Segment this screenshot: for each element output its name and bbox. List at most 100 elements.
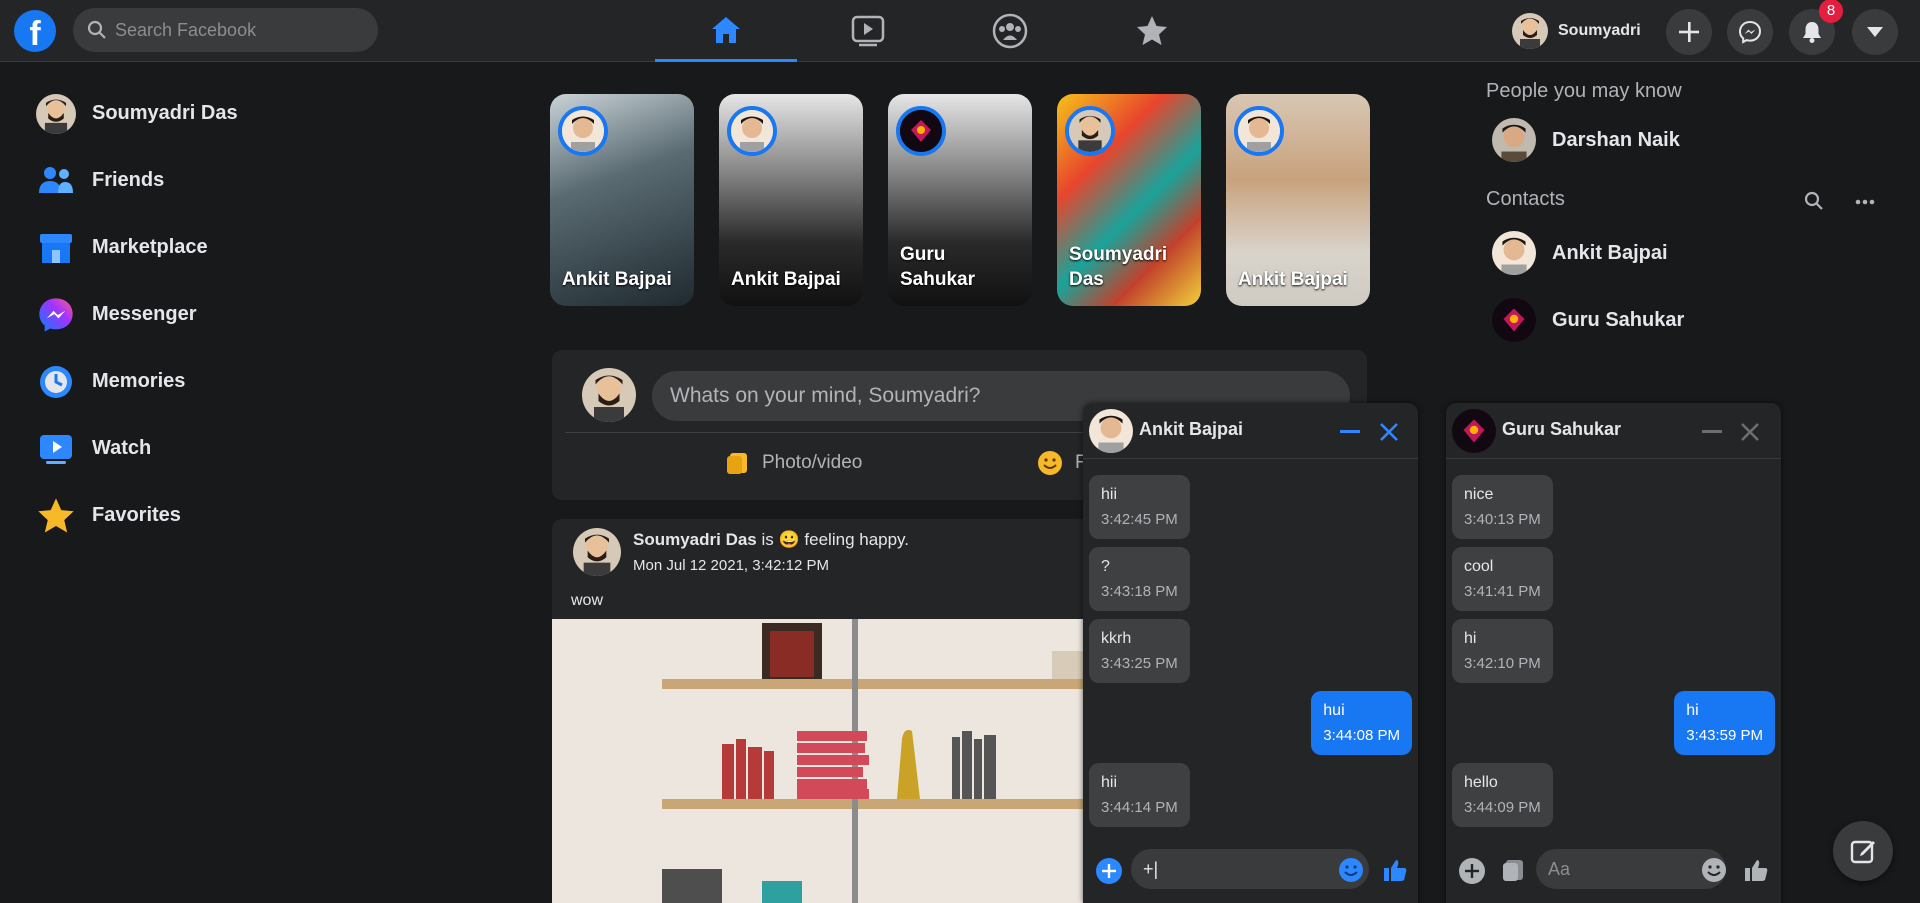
chat-message: hi 3:42:10 PM xyxy=(1452,619,1553,683)
sidebar-item-profile[interactable]: Soumyadri Das xyxy=(36,80,456,147)
smiley-icon xyxy=(1038,451,1062,475)
suggested-person[interactable]: Darshan Naik xyxy=(1492,118,1680,162)
sidebar-item-label: Watch xyxy=(92,437,152,459)
story-avatar xyxy=(558,106,608,156)
plus-circle-icon[interactable] xyxy=(1095,857,1123,885)
contacts-title: Contacts xyxy=(1486,188,1565,210)
sidebar-item-messenger[interactable]: Messenger xyxy=(36,281,456,348)
story-name: Ankit Bajpai xyxy=(562,269,672,290)
nav-tab-groups[interactable] xyxy=(939,0,1081,62)
watch-icon xyxy=(851,15,885,47)
avatar xyxy=(1452,409,1496,453)
contact-name: Guru Sahukar xyxy=(1552,308,1685,331)
memories-clock-icon xyxy=(40,365,72,398)
post-text: wow xyxy=(571,592,604,609)
plus-icon xyxy=(1679,22,1699,42)
sidebar-item-label: Messenger xyxy=(92,303,197,325)
search-input[interactable] xyxy=(115,8,365,52)
top-navigation-bar: f Soumyadri 8 xyxy=(0,0,1920,62)
sidebar-item-memories[interactable]: Memories xyxy=(36,348,456,415)
sidebar-item-favorites[interactable]: Favorites xyxy=(36,482,456,549)
more-options-icon[interactable] xyxy=(1855,199,1875,205)
marketplace-icon xyxy=(40,233,72,263)
chat-header[interactable]: Ankit Bajpai xyxy=(1083,403,1418,459)
chat-title: Guru Sahukar xyxy=(1502,419,1622,439)
nav-tab-watch[interactable] xyxy=(797,0,939,62)
photo-video-label: Photo/video xyxy=(762,452,863,473)
chat-message: cool 3:41:41 PM xyxy=(1452,547,1553,611)
story-card[interactable]: Guru Sahukar xyxy=(888,94,1032,306)
sidebar-item-label: Soumyadri Das xyxy=(92,102,238,124)
chat-footer: Aa xyxy=(1446,840,1781,896)
story-card[interactable]: Ankit Bajpai xyxy=(1226,94,1370,306)
post-timestamp[interactable]: Mon Jul 12 2021, 3:42:12 PM xyxy=(633,557,829,574)
chat-message: hii 3:44:14 PM xyxy=(1089,763,1190,827)
avatar xyxy=(1492,298,1536,342)
happy-emoji-icon: 😀 xyxy=(778,530,800,549)
chat-title: Ankit Bajpai xyxy=(1139,419,1244,439)
feeling-button[interactable]: F xyxy=(1037,450,1087,476)
avatar xyxy=(1492,231,1536,275)
messenger-button[interactable] xyxy=(1727,9,1773,55)
post-is: is xyxy=(761,530,774,549)
nav-tab-home[interactable] xyxy=(655,0,797,62)
chat-message-input[interactable]: Aa xyxy=(1536,849,1726,889)
account-menu-button[interactable] xyxy=(1852,9,1898,55)
notification-badge: 8 xyxy=(1819,0,1843,23)
chat-message-input[interactable]: +| xyxy=(1131,849,1369,889)
search-icon xyxy=(87,20,106,39)
notifications-button[interactable]: 8 xyxy=(1789,0,1843,55)
sidebar-item-watch[interactable]: Watch xyxy=(36,415,456,482)
favorites-star-icon xyxy=(1137,16,1167,45)
create-button[interactable] xyxy=(1666,9,1712,55)
chat-message: hui 3:44:08 PM xyxy=(1311,691,1412,755)
profile-name: Soumyadri xyxy=(1558,22,1641,39)
suggested-person-name: Darshan Naik xyxy=(1552,128,1680,151)
sidebar-item-label: Friends xyxy=(92,169,165,191)
minimize-icon[interactable] xyxy=(1702,430,1722,433)
story-avatar xyxy=(1234,106,1284,156)
nav-tab-favorites[interactable] xyxy=(1081,0,1223,62)
chat-header[interactable]: Guru Sahukar xyxy=(1446,403,1781,459)
story-name: Soumyadri Das xyxy=(1069,244,1168,290)
search-box[interactable] xyxy=(73,8,378,52)
sidebar-item-friends[interactable]: Friends xyxy=(36,147,456,214)
messenger-icon xyxy=(1738,20,1762,44)
post-author[interactable]: Soumyadri Das xyxy=(633,530,757,549)
post-header: Soumyadri Das is 😀 feeling happy. xyxy=(633,530,909,550)
chat-message: kkrh 3:43:25 PM xyxy=(1089,619,1190,683)
profile-shortcut[interactable]: Soumyadri xyxy=(1512,10,1641,52)
emoji-icon[interactable] xyxy=(1701,857,1727,883)
story-avatar xyxy=(896,106,946,156)
emoji-icon[interactable] xyxy=(1338,857,1364,883)
chat-message: hii 3:42:45 PM xyxy=(1089,475,1190,539)
thumbs-up-icon[interactable] xyxy=(1382,857,1408,883)
search-contacts-icon[interactable] xyxy=(1804,191,1824,211)
chat-footer: +| xyxy=(1083,840,1418,896)
close-icon[interactable] xyxy=(1379,422,1399,442)
contact-item[interactable]: Ankit Bajpai xyxy=(1492,231,1668,275)
story-name: Ankit Bajpai xyxy=(731,269,841,290)
left-sidebar: Soumyadri Das Friends Marketplace Messen… xyxy=(36,80,456,549)
close-icon[interactable] xyxy=(1740,422,1760,442)
plus-circle-icon[interactable] xyxy=(1458,857,1486,885)
gallery-icon[interactable] xyxy=(1500,857,1526,883)
chat-message: nice 3:40:13 PM xyxy=(1452,475,1553,539)
story-card[interactable]: Soumyadri Das xyxy=(1057,94,1201,306)
minimize-icon[interactable] xyxy=(1340,430,1360,433)
thumbs-up-icon[interactable] xyxy=(1743,857,1769,883)
story-card[interactable]: Ankit Bajpai xyxy=(719,94,863,306)
contact-name: Ankit Bajpai xyxy=(1552,241,1668,264)
home-icon xyxy=(712,16,740,43)
photo-video-button[interactable]: Photo/video xyxy=(724,450,862,476)
story-card[interactable]: Ankit Bajpai xyxy=(550,94,694,306)
facebook-logo[interactable]: f xyxy=(14,10,56,53)
story-avatar xyxy=(727,106,777,156)
new-message-button[interactable] xyxy=(1833,821,1893,881)
sidebar-item-marketplace[interactable]: Marketplace xyxy=(36,214,456,281)
messenger-icon xyxy=(39,297,73,332)
chat-window-guru: Guru Sahukar nice 3:40:13 PM cool 3:41:41 … xyxy=(1446,403,1781,903)
contact-item[interactable]: Guru Sahukar xyxy=(1492,298,1684,342)
compose-icon xyxy=(1850,840,1875,864)
avatar xyxy=(1512,13,1548,49)
